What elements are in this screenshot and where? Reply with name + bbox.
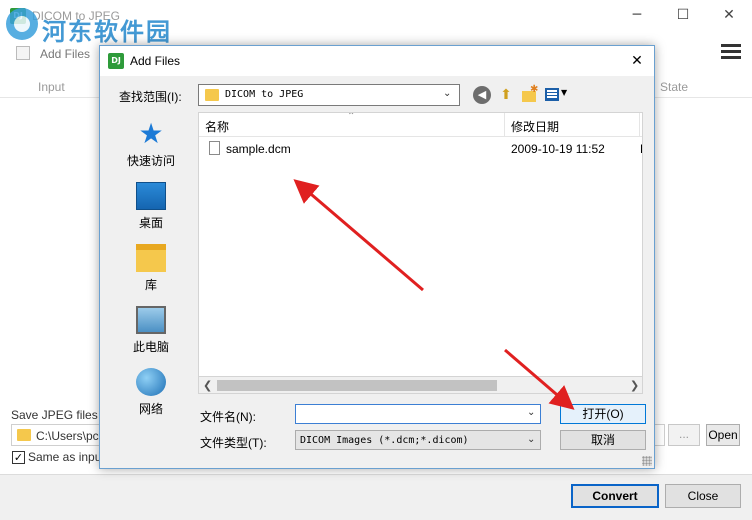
add-files-dialog: DJ Add Files ✕ 查找范围(I): DICOM to JPEG ⌄ … — [99, 45, 655, 469]
file-row[interactable]: sample.dcm 2009-10-19 11:52 D — [199, 139, 642, 159]
place-quick-access[interactable]: ★ 快速访问 — [108, 116, 194, 174]
file-name-label: 文件名(N): — [200, 410, 256, 424]
place-label: 网络 — [138, 402, 163, 416]
folder-icon — [205, 89, 219, 101]
file-icon — [209, 141, 220, 155]
column-input[interactable]: Input — [38, 80, 65, 94]
place-network[interactable]: 网络 — [108, 364, 194, 422]
file-extra-column: D — [640, 142, 642, 156]
file-date: 2009-10-19 11:52 — [511, 142, 605, 156]
horizontal-scrollbar[interactable]: ❮ ❯ — [198, 376, 643, 394]
browse-button[interactable]: ... — [668, 424, 700, 446]
network-globe-icon — [136, 368, 166, 396]
column-divider[interactable] — [504, 113, 505, 137]
place-desktop[interactable]: 桌面 — [108, 178, 194, 236]
resize-grip-icon[interactable] — [642, 456, 652, 466]
file-type-value: DICOM Images (*.dcm;*.dicom) — [300, 435, 469, 446]
minimize-button[interactable]: ─ — [614, 0, 660, 30]
save-path-value: C:\Users\pc0 — [36, 429, 106, 443]
file-type-select[interactable]: DICOM Images (*.dcm;*.dicom) ⌄ — [295, 430, 541, 450]
places-bar: ★ 快速访问 桌面 库 此电脑 网络 — [108, 112, 194, 420]
place-label: 桌面 — [138, 216, 163, 230]
folder-icon — [17, 429, 31, 441]
column-name[interactable]: 名称 — [205, 118, 229, 135]
scroll-thumb[interactable] — [217, 380, 497, 391]
maximize-button[interactable]: ☐ — [660, 0, 706, 30]
cancel-button[interactable]: 取消 — [560, 430, 646, 450]
scroll-left-icon[interactable]: ❮ — [203, 379, 212, 392]
place-label: 库 — [144, 278, 157, 292]
chevron-down-icon: ⌄ — [527, 434, 536, 445]
close-window-button[interactable]: ✕ — [706, 0, 752, 30]
dialog-close-button[interactable]: ✕ — [622, 48, 652, 74]
view-menu-icon[interactable]: ▼ — [544, 86, 570, 104]
convert-button[interactable]: Convert — [571, 484, 659, 508]
quick-access-star-icon: ★ — [138, 117, 164, 150]
same-as-input-checkbox[interactable]: ✓ — [12, 451, 25, 464]
look-in-dropdown[interactable]: DICOM to JPEG ⌄ — [198, 84, 460, 106]
same-as-input-label: Same as input — [28, 450, 105, 464]
place-label: 快速访问 — [126, 154, 175, 168]
look-in-value: DICOM to JPEG — [225, 89, 304, 100]
hamburger-menu-icon[interactable] — [716, 40, 746, 68]
add-files-label: Add Files — [40, 47, 91, 61]
file-list[interactable]: 名称 ⌃ 修改日期 sample.dcm 2009-10-19 11:52 D — [198, 112, 643, 394]
open-button[interactable]: 打开(O) — [560, 404, 646, 424]
desktop-icon — [136, 182, 166, 210]
dialog-app-icon: DJ — [108, 53, 124, 69]
scroll-right-icon[interactable]: ❯ — [630, 379, 639, 392]
save-path-field-end[interactable] — [655, 424, 665, 446]
back-arrow-icon[interactable]: ◀ — [473, 86, 491, 104]
up-folder-icon[interactable]: ⬆ — [497, 86, 515, 104]
main-titlebar: DJ DICOM to JPEG ─ ☐ ✕ — [0, 0, 752, 32]
dialog-titlebar: DJ Add Files ✕ — [100, 46, 654, 76]
this-pc-icon — [136, 306, 166, 334]
file-list-header: 名称 ⌃ 修改日期 — [199, 112, 642, 137]
place-label: 此电脑 — [132, 340, 169, 354]
dialog-title: Add Files — [130, 54, 181, 68]
place-library[interactable]: 库 — [108, 240, 194, 298]
file-name: sample.dcm — [226, 142, 291, 156]
look-in-label: 查找范围(I): — [119, 90, 182, 104]
new-folder-icon[interactable]: ✱ — [520, 84, 538, 104]
column-date-modified[interactable]: 修改日期 — [511, 118, 559, 135]
close-button[interactable]: Close — [665, 484, 741, 508]
place-this-pc[interactable]: 此电脑 — [108, 302, 194, 360]
sort-ascending-icon: ⌃ — [347, 112, 356, 122]
window-title: DICOM to JPEG — [32, 9, 121, 23]
column-state[interactable]: State — [660, 80, 688, 94]
chevron-down-icon: ⌄ — [443, 88, 452, 99]
save-location-label: Save JPEG files to — [11, 408, 112, 422]
save-path-field[interactable]: C:\Users\pc0 — [11, 424, 105, 446]
open-folder-button[interactable]: Open — [706, 424, 740, 446]
file-type-label: 文件类型(T): — [200, 436, 267, 450]
add-file-icon — [16, 46, 30, 60]
file-name-input[interactable] — [295, 404, 541, 424]
chevron-down-icon[interactable]: ⌄ — [527, 407, 535, 418]
column-divider[interactable] — [639, 113, 640, 137]
app-icon: DJ — [10, 8, 26, 24]
library-folder-icon — [136, 244, 166, 272]
